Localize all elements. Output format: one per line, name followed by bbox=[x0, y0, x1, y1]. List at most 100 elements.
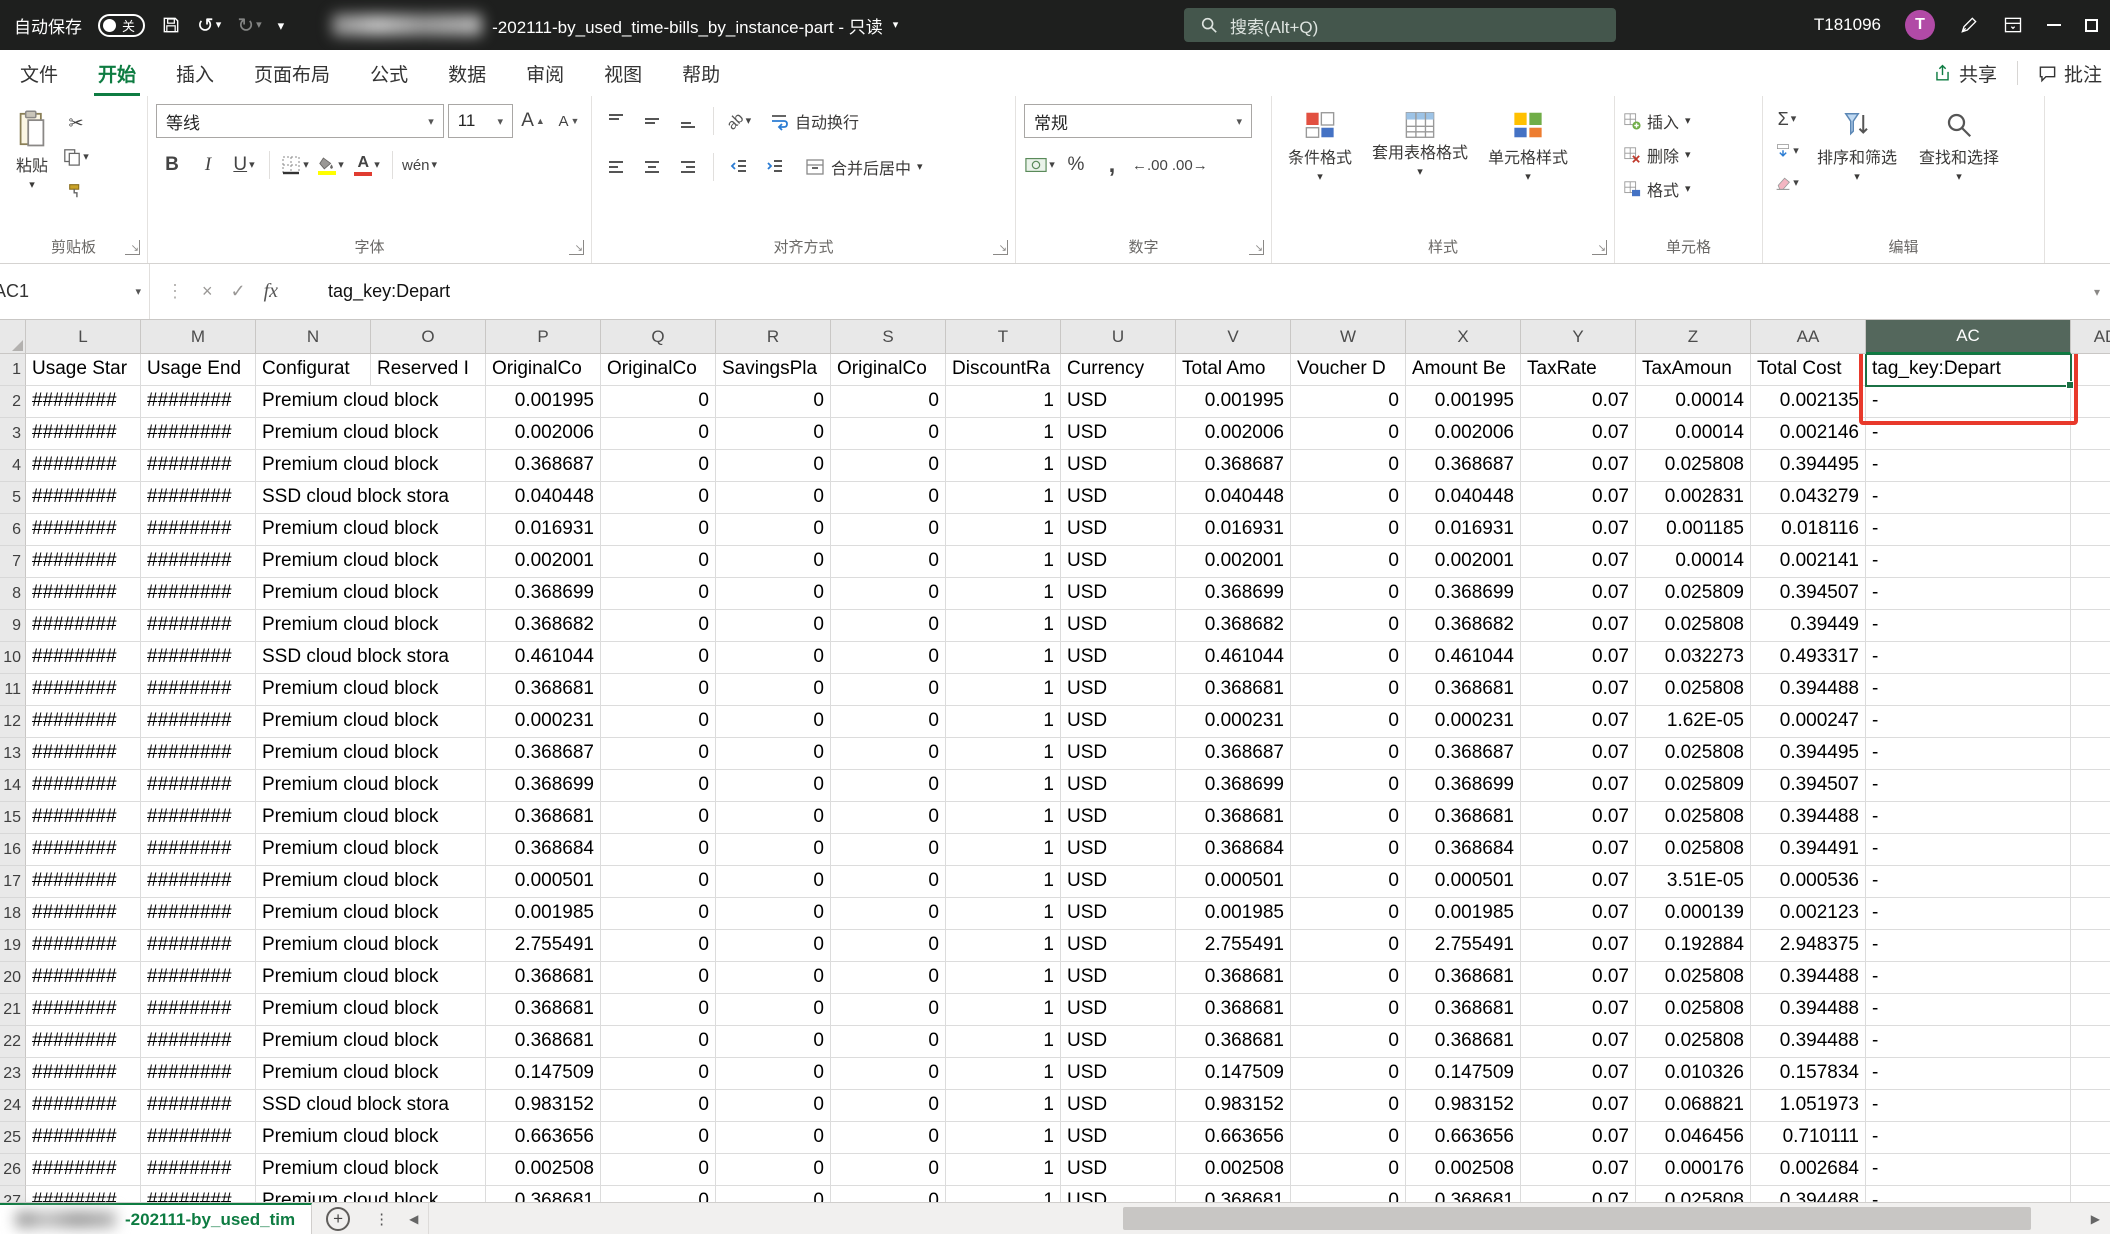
align-top-button[interactable] bbox=[600, 106, 632, 136]
row-header-16[interactable]: 16 bbox=[0, 834, 26, 866]
cell-V7[interactable]: 0.002001 bbox=[1176, 546, 1291, 578]
cell-U6[interactable]: USD bbox=[1061, 514, 1176, 546]
column-header-O[interactable]: O bbox=[371, 320, 486, 354]
cell-L17[interactable]: ######## bbox=[26, 866, 141, 898]
cell-T18[interactable]: 1 bbox=[946, 898, 1061, 930]
cell-L27[interactable]: ######## bbox=[26, 1186, 141, 1202]
cell-Q14[interactable]: 0 bbox=[601, 770, 716, 802]
cell-AA18[interactable]: 0.002123 bbox=[1751, 898, 1866, 930]
cell-M27[interactable]: ######## bbox=[141, 1186, 256, 1202]
cell-AC18[interactable]: - bbox=[1866, 898, 2071, 930]
cell-S25[interactable]: 0 bbox=[831, 1122, 946, 1154]
cell-Z27[interactable]: 0.025808 bbox=[1636, 1186, 1751, 1202]
cell-W27[interactable]: 0 bbox=[1291, 1186, 1406, 1202]
cell-P25[interactable]: 0.663656 bbox=[486, 1122, 601, 1154]
cell-AA16[interactable]: 0.394491 bbox=[1751, 834, 1866, 866]
cell-X10[interactable]: 0.461044 bbox=[1406, 642, 1521, 674]
cell-S27[interactable]: 0 bbox=[831, 1186, 946, 1202]
tab-页面布局[interactable]: 页面布局 bbox=[234, 50, 350, 96]
cell-V3[interactable]: 0.002006 bbox=[1176, 418, 1291, 450]
cell-Y2[interactable]: 0.07 bbox=[1521, 386, 1636, 418]
cell-U13[interactable]: USD bbox=[1061, 738, 1176, 770]
column-header-Z[interactable]: Z bbox=[1636, 320, 1751, 354]
cell-R2[interactable]: 0 bbox=[716, 386, 831, 418]
cell-L26[interactable]: ######## bbox=[26, 1154, 141, 1186]
cell-T5[interactable]: 1 bbox=[946, 482, 1061, 514]
cell-T3[interactable]: 1 bbox=[946, 418, 1061, 450]
maximize-button[interactable] bbox=[2085, 19, 2098, 32]
cell-AA4[interactable]: 0.394495 bbox=[1751, 450, 1866, 482]
borders-button[interactable]: ▾ bbox=[279, 150, 311, 180]
cell-Q13[interactable]: 0 bbox=[601, 738, 716, 770]
cell-S3[interactable]: 0 bbox=[831, 418, 946, 450]
paste-button[interactable]: 粘贴 ▾ bbox=[8, 104, 56, 206]
cell-AA21[interactable]: 0.394488 bbox=[1751, 994, 1866, 1026]
cell-AA1[interactable]: Total Cost bbox=[1751, 354, 1866, 386]
cell-V20[interactable]: 0.368681 bbox=[1176, 962, 1291, 994]
cell-T1[interactable]: DiscountRa bbox=[946, 354, 1061, 386]
cell-X8[interactable]: 0.368699 bbox=[1406, 578, 1521, 610]
cell-W10[interactable]: 0 bbox=[1291, 642, 1406, 674]
cell-Y1[interactable]: TaxRate bbox=[1521, 354, 1636, 386]
cell-P3[interactable]: 0.002006 bbox=[486, 418, 601, 450]
cell-AD25[interactable] bbox=[2071, 1122, 2110, 1154]
comments-button[interactable]: 批注 bbox=[2038, 60, 2102, 87]
decrease-decimal-button[interactable]: .00→ bbox=[1172, 150, 1208, 180]
cell-R6[interactable]: 0 bbox=[716, 514, 831, 546]
cell-AA17[interactable]: 0.000536 bbox=[1751, 866, 1866, 898]
cell-AC12[interactable]: - bbox=[1866, 706, 2071, 738]
row-header-20[interactable]: 20 bbox=[0, 962, 26, 994]
row-header-25[interactable]: 25 bbox=[0, 1122, 26, 1154]
cell-Q19[interactable]: 0 bbox=[601, 930, 716, 962]
cell-X23[interactable]: 0.147509 bbox=[1406, 1058, 1521, 1090]
cell-AC3[interactable]: - bbox=[1866, 418, 2071, 450]
cell-W21[interactable]: 0 bbox=[1291, 994, 1406, 1026]
cell-AC4[interactable]: - bbox=[1866, 450, 2071, 482]
cell-AC6[interactable]: - bbox=[1866, 514, 2071, 546]
cell-AD24[interactable] bbox=[2071, 1090, 2110, 1122]
cell-N27[interactable]: Premium cloud block bbox=[256, 1186, 486, 1202]
cell-S18[interactable]: 0 bbox=[831, 898, 946, 930]
cell-AD26[interactable] bbox=[2071, 1154, 2110, 1186]
cell-W14[interactable]: 0 bbox=[1291, 770, 1406, 802]
cell-X16[interactable]: 0.368684 bbox=[1406, 834, 1521, 866]
cell-X20[interactable]: 0.368681 bbox=[1406, 962, 1521, 994]
cell-R18[interactable]: 0 bbox=[716, 898, 831, 930]
cell-Y10[interactable]: 0.07 bbox=[1521, 642, 1636, 674]
cell-O1[interactable]: Reserved I bbox=[371, 354, 486, 386]
cell-M1[interactable]: Usage End bbox=[141, 354, 256, 386]
cell-V2[interactable]: 0.001995 bbox=[1176, 386, 1291, 418]
cell-R25[interactable]: 0 bbox=[716, 1122, 831, 1154]
tab-文件[interactable]: 文件 bbox=[0, 50, 78, 96]
cell-V21[interactable]: 0.368681 bbox=[1176, 994, 1291, 1026]
column-header-W[interactable]: W bbox=[1291, 320, 1406, 354]
cell-S23[interactable]: 0 bbox=[831, 1058, 946, 1090]
cell-M11[interactable]: ######## bbox=[141, 674, 256, 706]
cell-V11[interactable]: 0.368681 bbox=[1176, 674, 1291, 706]
row-header-18[interactable]: 18 bbox=[0, 898, 26, 930]
align-middle-button[interactable] bbox=[636, 106, 668, 136]
active-sheet-tab[interactable]: -202111-by_used_tim bbox=[0, 1203, 312, 1234]
cell-Z4[interactable]: 0.025808 bbox=[1636, 450, 1751, 482]
cell-AA3[interactable]: 0.002146 bbox=[1751, 418, 1866, 450]
cell-W9[interactable]: 0 bbox=[1291, 610, 1406, 642]
font-dialog-launcher[interactable]: ↘ bbox=[569, 240, 584, 255]
cell-R5[interactable]: 0 bbox=[716, 482, 831, 514]
cell-AA8[interactable]: 0.394507 bbox=[1751, 578, 1866, 610]
styles-dialog-launcher[interactable]: ↘ bbox=[1592, 240, 1607, 255]
cell-Q24[interactable]: 0 bbox=[601, 1090, 716, 1122]
cell-V9[interactable]: 0.368682 bbox=[1176, 610, 1291, 642]
row-header-1[interactable]: 1 bbox=[0, 354, 26, 386]
cell-T15[interactable]: 1 bbox=[946, 802, 1061, 834]
row-header-15[interactable]: 15 bbox=[0, 802, 26, 834]
cell-AC14[interactable]: - bbox=[1866, 770, 2071, 802]
cell-Q21[interactable]: 0 bbox=[601, 994, 716, 1026]
cell-R4[interactable]: 0 bbox=[716, 450, 831, 482]
cell-AC9[interactable]: - bbox=[1866, 610, 2071, 642]
cell-X25[interactable]: 0.663656 bbox=[1406, 1122, 1521, 1154]
cell-X27[interactable]: 0.368681 bbox=[1406, 1186, 1521, 1202]
fill-color-button[interactable]: ▾ bbox=[315, 150, 347, 180]
minimize-button[interactable] bbox=[2047, 24, 2061, 26]
cell-P13[interactable]: 0.368687 bbox=[486, 738, 601, 770]
cell-X12[interactable]: 0.000231 bbox=[1406, 706, 1521, 738]
